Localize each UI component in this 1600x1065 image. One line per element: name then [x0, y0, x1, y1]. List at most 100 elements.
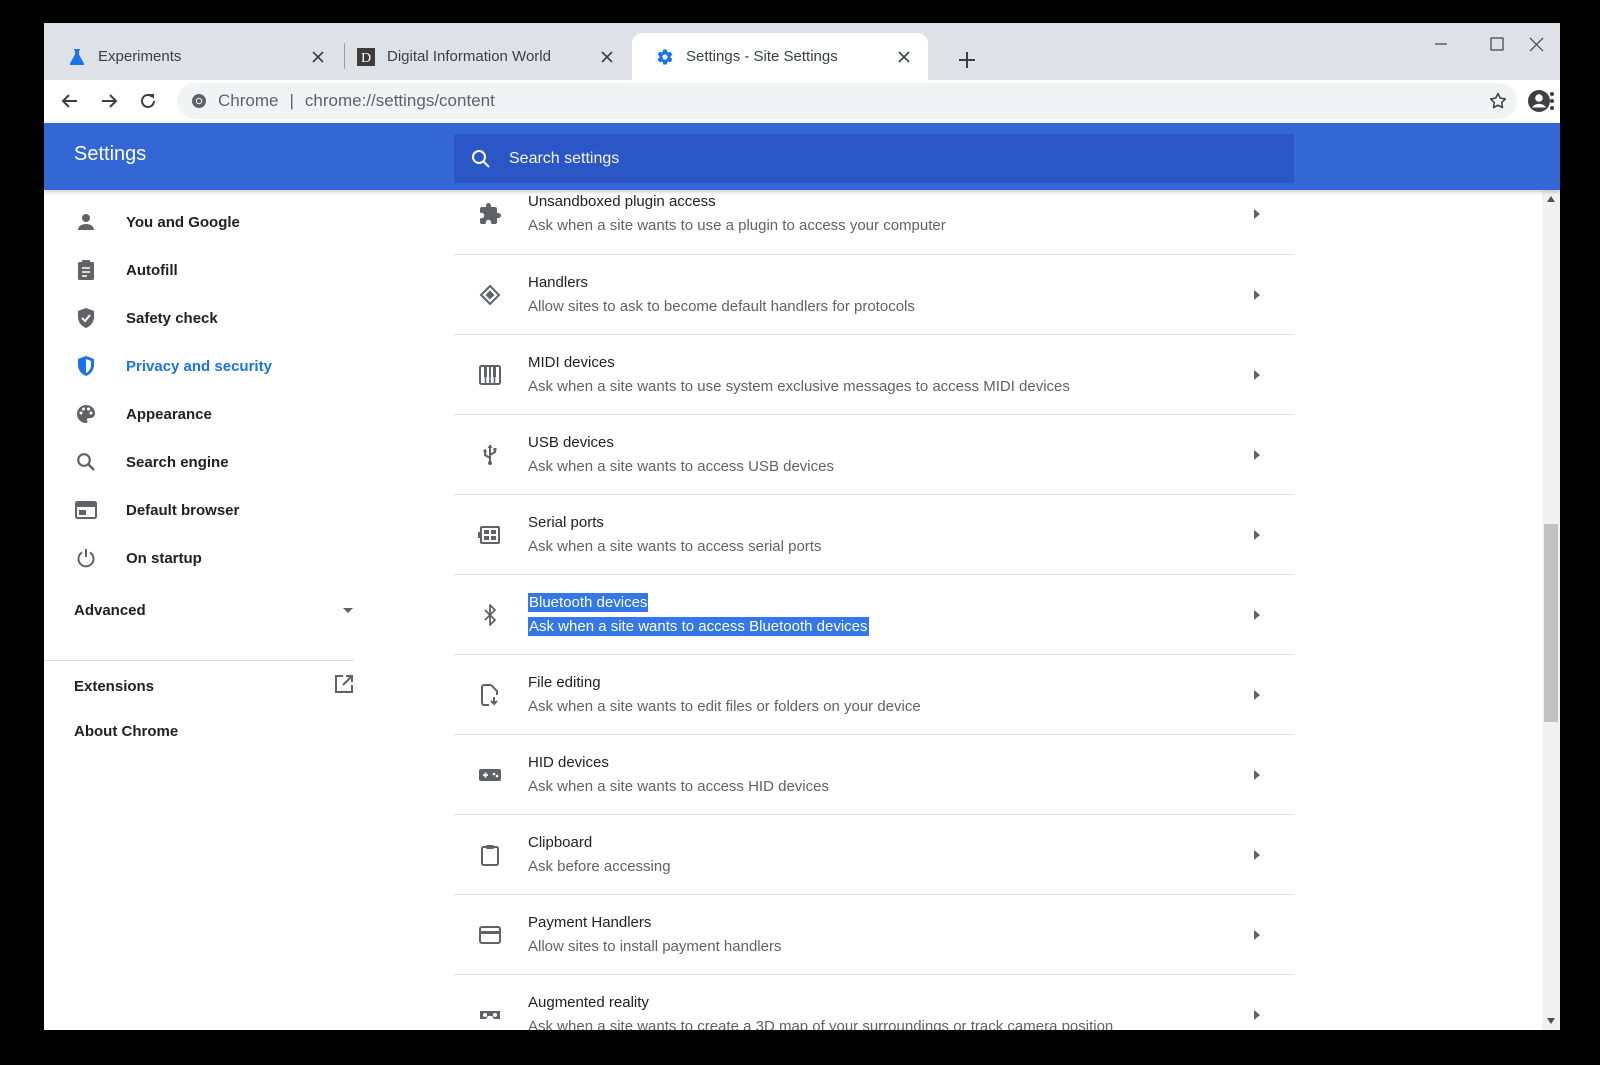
- settings-row-augmented-reality[interactable]: Augmented reality Ask when a site wants …: [454, 974, 1294, 1030]
- row-description: Ask when a site wants to access Bluetoot…: [528, 617, 869, 636]
- puzzle-icon: [478, 202, 502, 226]
- piano-icon: [478, 363, 502, 387]
- credit-card-icon: [478, 923, 502, 947]
- tab-title: Experiments: [98, 48, 182, 65]
- close-icon[interactable]: [597, 47, 617, 67]
- row-title: MIDI devices: [528, 354, 615, 371]
- more-vert-icon: [1550, 92, 1554, 110]
- row-title: File editing: [528, 674, 601, 691]
- chrome-logo-icon: [190, 92, 208, 110]
- arrow-right-icon: [1250, 768, 1264, 782]
- shield-check-icon: [74, 306, 98, 330]
- serial-port-icon: [478, 523, 502, 547]
- row-title: Payment Handlers: [528, 914, 652, 931]
- close-window-button[interactable]: [1514, 29, 1558, 59]
- maximize-button[interactable]: [1475, 29, 1519, 59]
- minimize-icon: [1435, 43, 1447, 45]
- settings-row-file-editing[interactable]: File editing Ask when a site wants to ed…: [454, 654, 1294, 734]
- settings-header: Settings Search settings: [44, 123, 1560, 190]
- settings-row-usb-devices[interactable]: USB devices Ask when a site wants to acc…: [454, 414, 1294, 494]
- permissions-card: Unsandboxed plugin access Ask when a sit…: [454, 190, 1294, 1030]
- flask-icon: [68, 48, 86, 66]
- scroll-down-arrow-icon[interactable]: [1542, 1012, 1560, 1030]
- sidebar-item-on-startup[interactable]: On startup: [44, 536, 354, 580]
- bluetooth-icon: [478, 603, 502, 627]
- browser-window: Experiments D Digital Information World …: [44, 23, 1560, 1030]
- reload-button[interactable]: [131, 84, 165, 118]
- sidebar-divider: [44, 660, 354, 661]
- sidebar-item-label: Default browser: [126, 501, 240, 519]
- settings-row-payment-handlers[interactable]: Payment Handlers Allow sites to install …: [454, 894, 1294, 974]
- settings-row-clipboard[interactable]: Clipboard Ask before accessing: [454, 814, 1294, 894]
- row-description: Allow sites to install payment handlers: [528, 938, 782, 955]
- settings-row-bluetooth-devices[interactable]: Bluetooth devices Ask when a site wants …: [454, 574, 1294, 654]
- menu-button[interactable]: [1540, 84, 1560, 118]
- omnibox-url[interactable]: chrome://settings/content: [305, 91, 495, 111]
- row-title: Bluetooth devices: [528, 593, 649, 612]
- omnibox-origin-label: Chrome: [218, 91, 279, 110]
- new-tab-button[interactable]: [950, 43, 984, 77]
- sidebar-item-autofill[interactable]: Autofill: [44, 248, 354, 292]
- usb-icon: [478, 443, 502, 467]
- arrow-right-icon: [102, 94, 118, 108]
- sidebar-item-search-engine[interactable]: Search engine: [44, 440, 354, 484]
- row-description: Ask when a site wants to create a 3D map…: [528, 1018, 1114, 1030]
- scrollbar-thumb[interactable]: [1544, 524, 1558, 722]
- close-icon: [1529, 37, 1543, 51]
- plus-icon: [959, 52, 975, 68]
- settings-row-midi-devices[interactable]: MIDI devices Ask when a site wants to us…: [454, 334, 1294, 414]
- sidebar-item-safety-check[interactable]: Safety check: [44, 296, 354, 340]
- tab-settings[interactable]: Settings - Site Settings: [632, 33, 928, 80]
- omnibox[interactable]: Chrome | chrome://settings/content: [177, 83, 1517, 119]
- arrow-right-icon: [1250, 1008, 1264, 1022]
- settings-row-hid-devices[interactable]: HID devices Ask when a site wants to acc…: [454, 734, 1294, 814]
- row-title: Handlers: [528, 274, 589, 291]
- settings-row-handlers[interactable]: Handlers Allow sites to ask to become de…: [454, 254, 1294, 334]
- sidebar-advanced-toggle[interactable]: Advanced: [74, 602, 354, 622]
- ar-goggles-icon: [478, 1003, 502, 1027]
- sidebar-item-privacy-and-security[interactable]: Privacy and security: [44, 344, 354, 388]
- close-icon[interactable]: [308, 47, 328, 67]
- search-icon: [74, 450, 98, 474]
- sidebar-extensions-link[interactable]: Extensions: [74, 674, 354, 698]
- row-title: HID devices: [528, 754, 609, 771]
- tab-title: Digital Information World: [387, 48, 551, 65]
- bookmark-star-icon[interactable]: [1487, 90, 1509, 112]
- sidebar-item-you-and-google[interactable]: You and Google: [44, 200, 354, 244]
- handlers-icon: [478, 283, 502, 307]
- forward-button[interactable]: [92, 84, 126, 118]
- sidebar-item-label: Autofill: [126, 261, 178, 279]
- chevron-down-icon: [342, 602, 354, 622]
- arrow-right-icon: [1250, 368, 1264, 382]
- row-description: Ask before accessing: [528, 858, 671, 875]
- sidebar-advanced-label: Advanced: [74, 602, 146, 619]
- sidebar-about-chrome-link[interactable]: About Chrome: [74, 723, 354, 740]
- shield-icon: [74, 354, 98, 378]
- scroll-up-arrow-icon[interactable]: [1542, 190, 1560, 208]
- back-button[interactable]: [53, 84, 87, 118]
- sidebar-item-appearance[interactable]: Appearance: [44, 392, 354, 436]
- search-icon: [470, 148, 492, 170]
- page-scrollbar[interactable]: [1542, 190, 1560, 1030]
- arrow-right-icon: [1250, 448, 1264, 462]
- arrow-right-icon: [1250, 288, 1264, 302]
- sidebar: You and Google Autofill Safety check Pri…: [44, 190, 454, 1030]
- toolbar: Chrome | chrome://settings/content: [44, 80, 1560, 123]
- search-input[interactable]: Search settings: [454, 134, 1294, 183]
- tab-experiments[interactable]: Experiments: [44, 33, 342, 80]
- site-favicon-icon: D: [357, 47, 375, 66]
- tab-title: Settings - Site Settings: [686, 48, 838, 65]
- sidebar-item-default-browser[interactable]: Default browser: [44, 488, 354, 532]
- close-icon[interactable]: [894, 47, 914, 67]
- file-edit-icon: [478, 683, 502, 707]
- tab-digital-information-world[interactable]: D Digital Information World: [333, 33, 631, 80]
- maximize-icon: [1490, 37, 1504, 51]
- settings-row-unsandboxed-plugin[interactable]: Unsandboxed plugin access Ask when a sit…: [454, 190, 1294, 254]
- power-icon: [74, 546, 98, 570]
- row-title: Unsandboxed plugin access: [528, 193, 716, 210]
- row-description: Ask when a site wants to access USB devi…: [528, 458, 834, 475]
- settings-row-serial-ports[interactable]: Serial ports Ask when a site wants to ac…: [454, 494, 1294, 574]
- open-in-new-icon: [334, 674, 354, 698]
- minimize-button[interactable]: [1419, 29, 1463, 59]
- row-description: Ask when a site wants to use a plugin to…: [528, 217, 946, 234]
